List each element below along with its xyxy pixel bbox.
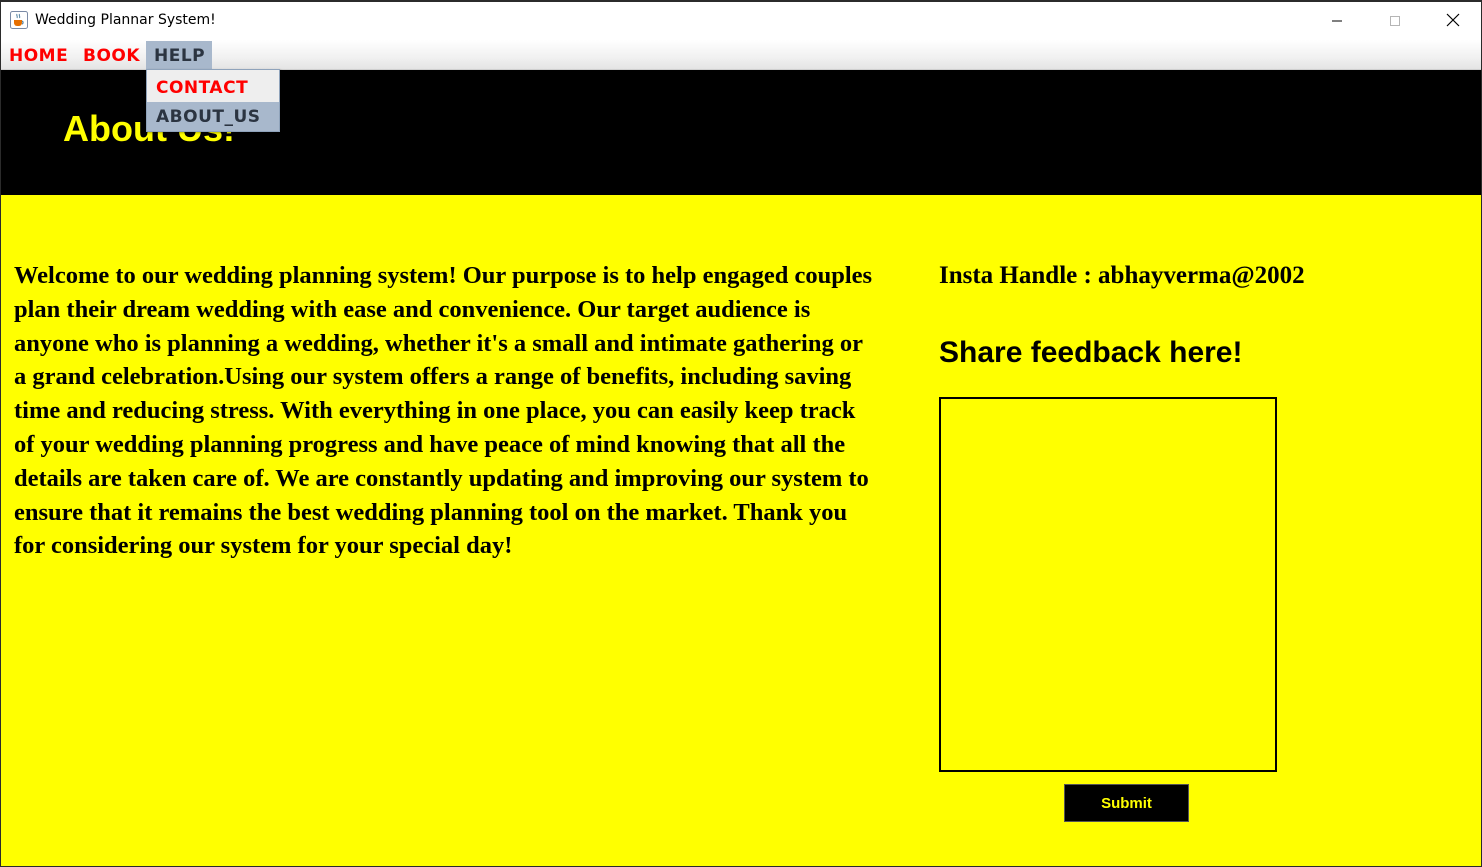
about-description: Welcome to our wedding planning system! … (14, 262, 873, 560)
menu-item-about-us[interactable]: ABOUT_US (147, 102, 279, 131)
java-coffee-cup-icon (10, 11, 28, 29)
maximize-button[interactable] (1365, 2, 1425, 40)
close-icon (1446, 12, 1460, 31)
menu-help[interactable]: HELP (146, 41, 212, 70)
feedback-heading: Share feedback here! (939, 336, 1243, 369)
insta-handle: Insta Handle : abhayverma@2002 (939, 262, 1305, 289)
minimize-button[interactable] (1307, 2, 1367, 40)
menu-book[interactable]: BOOK (75, 41, 148, 70)
close-button[interactable] (1423, 2, 1481, 40)
minimize-icon (1331, 12, 1343, 31)
window-title: Wedding Plannar System! (35, 12, 216, 28)
menu-home[interactable]: HOME (1, 41, 76, 70)
help-dropdown-menu: CONTACT ABOUT_US (146, 69, 280, 132)
menu-item-contact[interactable]: CONTACT (147, 73, 279, 102)
title-bar[interactable]: Wedding Plannar System! (1, 2, 1481, 40)
feedback-textarea[interactable] (939, 397, 1277, 772)
menu-bar: HOME BOOK HELP (1, 40, 1481, 70)
main-content: Welcome to our wedding planning system! … (1, 195, 1481, 866)
submit-button[interactable]: Submit (1064, 784, 1189, 822)
maximize-icon (1389, 12, 1401, 31)
app-window: Wedding Plannar System! HOME BOOK HELP A… (0, 0, 1482, 867)
